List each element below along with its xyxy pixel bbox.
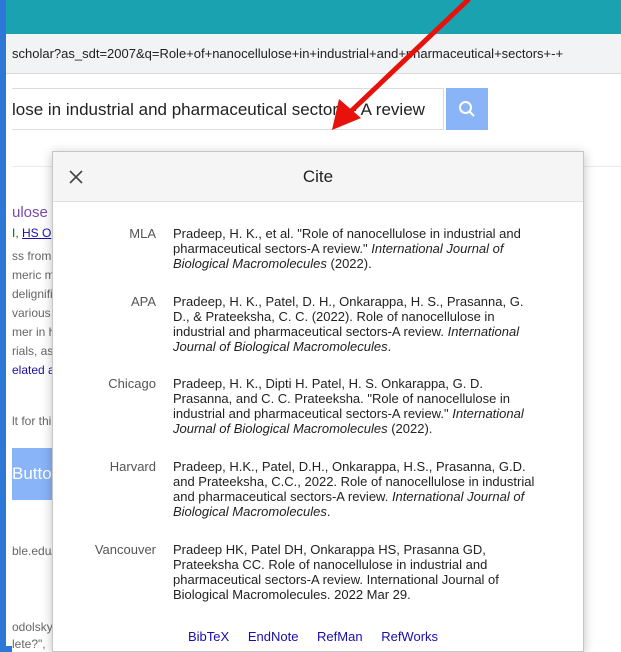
bottom-snippet: odolsky	[12, 620, 53, 634]
snippet-line: delignifi	[12, 287, 53, 301]
snippet-line: rials, as	[12, 344, 54, 358]
results-for-text: lt for thi	[12, 414, 52, 428]
cite-dialog: Cite MLA Pradeep, H. K., et al. "Role of…	[52, 151, 584, 652]
export-links: BibTeX EndNote RefMan RefWorks	[188, 629, 453, 644]
citation-body: Pradeep HK, Patel DH, Onkarappa HS, Pras…	[173, 542, 499, 602]
dialog-title: Cite	[302, 167, 334, 186]
citation-style-label: MLA	[129, 226, 156, 241]
author-text: I,	[12, 226, 23, 240]
citation-style-label: Harvard	[109, 459, 156, 474]
result-title[interactable]: ulose i	[12, 204, 55, 221]
export-refman-link[interactable]: RefMan	[317, 629, 363, 644]
citation-text[interactable]: Pradeep, H. K., et al. "Role of nanocell…	[173, 226, 543, 271]
result-authors: I, HS O	[12, 226, 51, 240]
export-refworks-link[interactable]: RefWorks	[381, 629, 438, 644]
snippet-line: mer in h	[12, 325, 56, 339]
source-url: ble.edu/	[12, 544, 55, 558]
export-bibtex-link[interactable]: BibTeX	[188, 629, 229, 644]
citation-style-label: APA	[130, 294, 156, 309]
citation-style-label: Chicago	[108, 376, 156, 391]
author-link[interactable]: HS O	[22, 226, 51, 240]
snippet-line: meric m	[12, 268, 55, 282]
citation-tail: .	[387, 339, 392, 354]
citation-tail: (2022).	[387, 421, 433, 436]
address-bar[interactable]: scholar?as_sdt=2007&q=Role+of+nanocellul…	[6, 34, 621, 74]
bottom-snippet: lete?",	[12, 637, 46, 651]
citation-tail: (2022).	[326, 256, 372, 271]
search-input[interactable]: lose in industrial and pharmaceutical se…	[12, 88, 444, 130]
citation-text[interactable]: Pradeep, H.K., Patel, D.H., Onkarappa, H…	[173, 459, 543, 519]
citation-style-label: Vancouver	[94, 542, 156, 557]
snippet-line: various	[12, 306, 51, 320]
export-endnote-link[interactable]: EndNote	[248, 629, 299, 644]
dialog-header: Cite	[53, 152, 583, 202]
citation-tail: .	[326, 504, 331, 519]
address-url[interactable]: scholar?as_sdt=2007&q=Role+of+nanocellul…	[12, 46, 621, 61]
search-button[interactable]	[446, 88, 488, 130]
search-icon	[459, 101, 475, 117]
search-query-text[interactable]: lose in industrial and pharmaceutical se…	[12, 100, 425, 120]
citation-text[interactable]: Pradeep, H. K., Patel, D. H., Onkarappa,…	[173, 294, 543, 354]
related-articles-link[interactable]: elated a	[12, 363, 55, 377]
citation-text[interactable]: Pradeep, H. K., Dipti H. Patel, H. S. On…	[173, 376, 543, 436]
snippet-line: ss from	[12, 249, 52, 263]
citation-text[interactable]: Pradeep HK, Patel DH, Onkarappa HS, Pras…	[173, 542, 543, 602]
browser-tabstrip	[6, 0, 621, 34]
